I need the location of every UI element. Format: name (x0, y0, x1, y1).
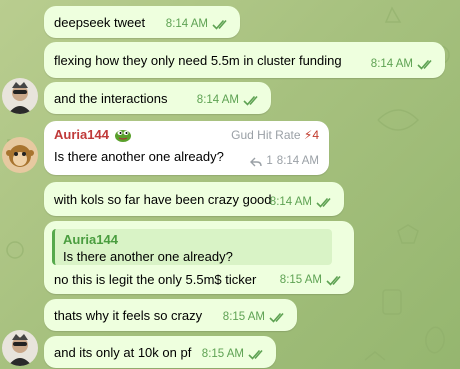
quoted-sender-name: Auria144 (63, 232, 118, 247)
member-rank: Gud Hit Rate ⚡4 (231, 127, 319, 144)
message-meta: 8:14 AM (371, 56, 435, 73)
message-meta: 8:15 AM (223, 309, 287, 326)
pepe-frog-emoji-icon (114, 129, 131, 142)
sender-name-label: Auria144 (54, 127, 109, 142)
message-text: flexing how they only need 5.5m in clust… (54, 53, 342, 68)
message-bubble[interactable]: and its only at 10k on pf 8:15 AM (44, 336, 276, 368)
avatar-image-icon (2, 137, 38, 173)
message-text: Is there another one already? (54, 149, 224, 164)
message-time: 8:15 AM (201, 348, 244, 360)
avatar[interactable] (2, 78, 38, 114)
message-meta: 1 8:14 AM (250, 153, 319, 170)
sender-name[interactable]: Auria144 (54, 126, 132, 143)
chat-area[interactable]: deepseek tweet 8:14 AM flexing how they … (0, 0, 460, 369)
message-bubble[interactable]: with kols so far have been crazy good 8:… (44, 182, 344, 216)
message-bubble[interactable]: and the interactions 8:14 AM (44, 82, 271, 114)
avatar-image-icon (2, 330, 38, 366)
read-double-check-icon (243, 95, 258, 106)
read-double-check-icon (417, 59, 432, 70)
reply-arrow-icon[interactable] (250, 157, 263, 167)
message-text: and its only at 10k on pf (54, 345, 192, 360)
rank-number: 4 (312, 128, 319, 142)
message-time: 8:14 AM (165, 18, 208, 30)
message-time: 8:14 AM (196, 94, 239, 106)
message-text: no this is legit the only 5.5m$ ticker (54, 272, 257, 287)
read-double-check-icon (316, 197, 331, 208)
reply-count[interactable]: 1 (266, 153, 272, 170)
message-time: 8:14 AM (370, 58, 413, 70)
read-double-check-icon (248, 349, 263, 360)
message-text: with kols so far have been crazy good (54, 192, 272, 207)
read-double-check-icon (212, 19, 227, 30)
message-text: deepseek tweet (54, 15, 146, 30)
message-meta: 8:15 AM (202, 346, 266, 363)
message-meta: 8:14 AM (270, 194, 334, 211)
avatar-image-icon (2, 78, 38, 114)
message-bubble[interactable]: thats why it feels so crazy 8:15 AM (44, 299, 297, 331)
message-time: 8:15 AM (279, 274, 322, 286)
message-text: thats why it feels so crazy (54, 308, 203, 323)
message-bubble[interactable]: deepseek tweet 8:14 AM (44, 6, 240, 38)
incoming-message-bubble[interactable]: Auria144 Gud Hit Rate ⚡4 Is there anothe… (44, 121, 329, 175)
reply-quote[interactable]: Auria144 Is there another one already? (52, 229, 332, 265)
message-time: 8:14 AM (269, 196, 312, 208)
read-double-check-icon (326, 275, 341, 286)
message-time: 8:14 AM (276, 155, 319, 167)
message-time: 8:15 AM (222, 311, 265, 323)
message-bubble[interactable]: flexing how they only need 5.5m in clust… (44, 42, 445, 78)
message-meta: 8:14 AM (197, 92, 261, 109)
rank-label: Gud Hit Rate (231, 128, 301, 142)
message-text: and the interactions (54, 91, 168, 106)
quoted-text: Is there another one already? (63, 249, 233, 264)
avatar[interactable] (2, 330, 38, 366)
reply-message-bubble[interactable]: Auria144 Is there another one already? n… (44, 221, 354, 294)
message-meta: 8:15 AM (280, 272, 344, 289)
avatar[interactable] (2, 137, 38, 173)
read-double-check-icon (269, 312, 284, 323)
message-meta: 8:14 AM (166, 16, 230, 33)
